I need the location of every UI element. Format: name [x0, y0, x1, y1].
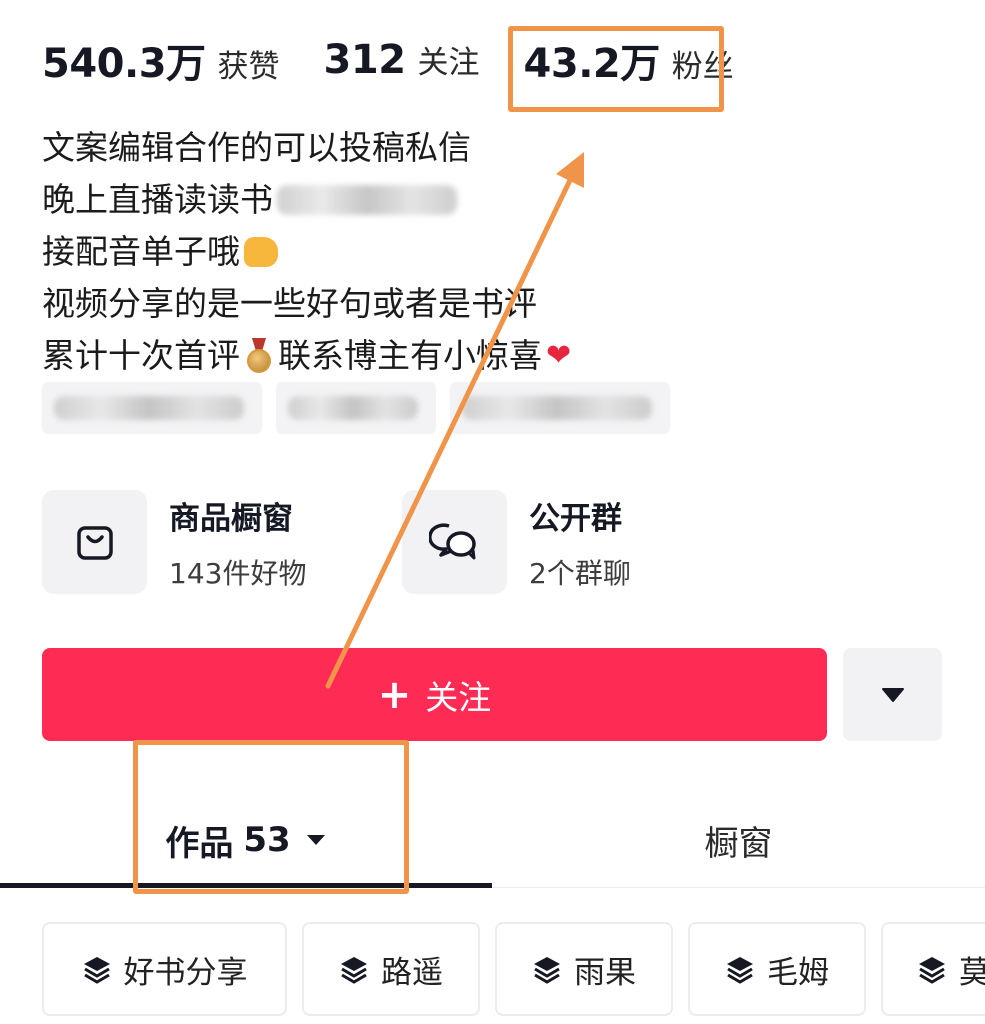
collection-chip-label: 路遥	[381, 954, 443, 991]
bio-line-2: 晚上直播读读书	[42, 174, 742, 226]
caret-down-icon	[881, 687, 904, 702]
collection-chip-label: 毛姆	[767, 954, 829, 991]
blurred-tag[interactable]	[276, 382, 436, 434]
profile-services: 商品橱窗 143件好物 公开群 2个群聊	[42, 490, 762, 594]
bio-line-5: 累计十次首评 联系博主有小惊喜 ❤	[42, 330, 742, 382]
blurred-tag[interactable]	[42, 382, 262, 434]
blurred-tag[interactable]	[450, 382, 670, 434]
public-group-subtitle: 2个群聊	[529, 556, 631, 590]
likes-label: 获赞	[217, 49, 280, 85]
bio-line-3-text: 接配音单子哦	[42, 232, 240, 271]
bio-line-2-text: 晚上直播读读书	[42, 180, 273, 219]
follow-button[interactable]: + 关注	[42, 648, 827, 741]
likes-stat: 540.3万 获赞	[42, 31, 280, 89]
shop-window-entry[interactable]: 商品橱窗 143件好物	[42, 490, 402, 594]
public-group-entry[interactable]: 公开群 2个群聊	[402, 490, 762, 594]
public-group-title: 公开群	[529, 500, 622, 537]
layers-icon	[82, 954, 112, 984]
shopping-bag-icon	[42, 490, 147, 594]
layers-icon	[725, 954, 755, 984]
tab-shop-label: 橱窗	[704, 823, 773, 864]
layers-icon	[339, 954, 369, 984]
collection-chip-label: 好书分享	[123, 954, 248, 991]
profile-bio: 文案编辑合作的可以投稿私信 晚上直播读读书 接配音单子哦 视频分享的是一些好句或…	[42, 122, 742, 382]
pointing-hand-icon	[244, 237, 278, 267]
collection-chip[interactable]: 雨果	[495, 922, 673, 1016]
bio-line-5-text-a: 累计十次首评	[42, 336, 240, 375]
tab-shop-window[interactable]: 橱窗	[492, 800, 985, 880]
collection-chip[interactable]: 毛姆	[688, 922, 866, 1016]
bio-line-1: 文案编辑合作的可以投稿私信	[42, 128, 471, 167]
following-label: 关注	[417, 45, 480, 81]
plus-icon: +	[377, 671, 412, 718]
heart-icon: ❤	[546, 338, 572, 373]
following-count: 312	[323, 37, 407, 83]
bio-line-5-text-b: 联系博主有小惊喜	[278, 336, 542, 375]
shop-window-subtitle: 143件好物	[169, 556, 307, 590]
follow-button-label: 关注	[425, 677, 492, 717]
following-stat[interactable]: 312 关注	[324, 37, 480, 83]
collection-chip[interactable]: 路遥	[302, 922, 480, 1016]
collection-chip-label: 莫	[959, 954, 985, 991]
collection-chip[interactable]: 莫	[881, 922, 985, 1016]
likes-count: 540.3万	[42, 41, 206, 87]
profile-tags	[42, 382, 670, 434]
followers-highlight-box	[508, 26, 724, 112]
works-highlight-box	[133, 740, 409, 894]
shop-window-title: 商品橱窗	[169, 500, 293, 537]
blurred-text	[277, 185, 457, 215]
bio-line-3: 接配音单子哦	[42, 226, 742, 278]
medal-icon	[244, 338, 274, 374]
collection-chip-label: 雨果	[574, 954, 636, 991]
more-options-button[interactable]	[843, 648, 942, 741]
layers-icon	[917, 954, 947, 984]
bio-line-4: 视频分享的是一些好句或者是书评	[42, 284, 537, 323]
layers-icon	[532, 954, 562, 984]
chat-bubbles-icon	[402, 490, 507, 594]
collection-chip[interactable]: 好书分享	[42, 922, 287, 1016]
collection-chips: 好书分享 路遥 雨果 毛姆 莫	[42, 922, 985, 1016]
